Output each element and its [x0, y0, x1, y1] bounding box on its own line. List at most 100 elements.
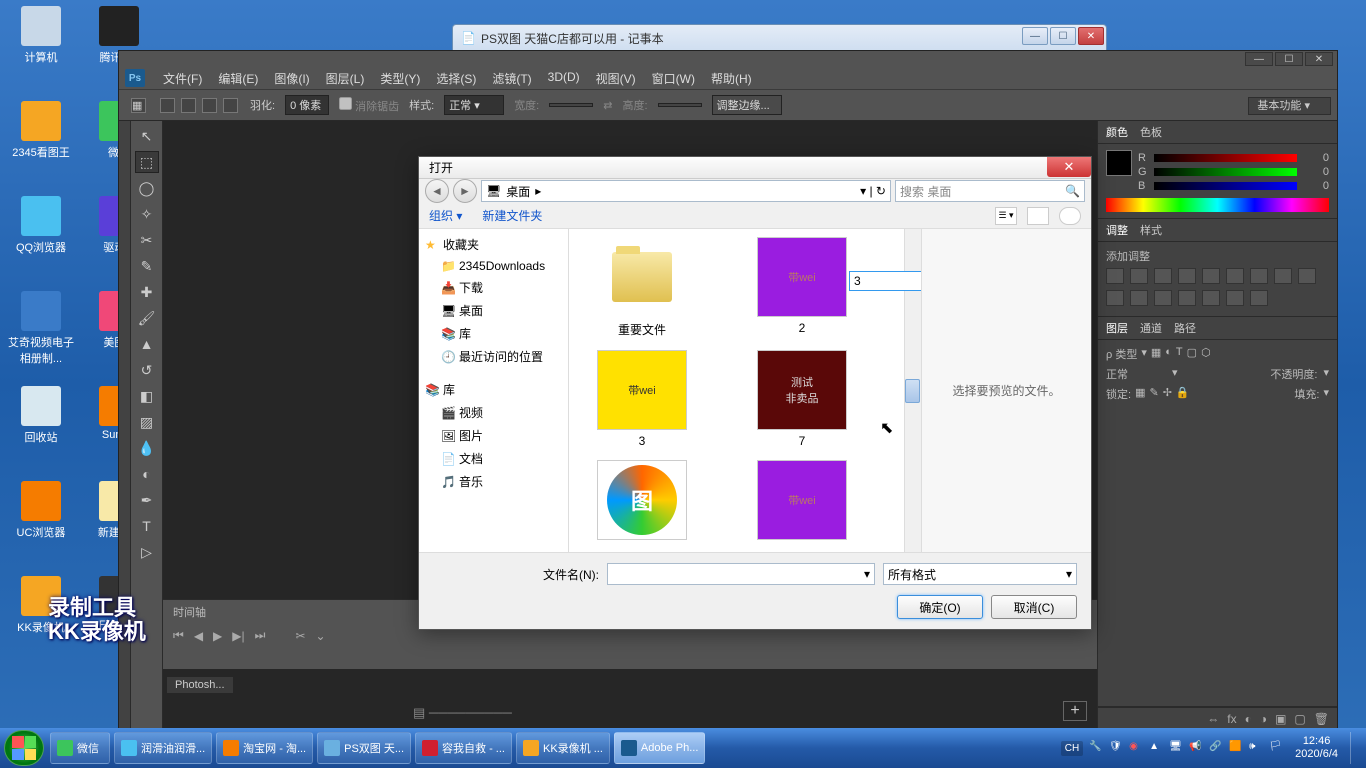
mask-icon[interactable]: ◐: [1245, 712, 1252, 726]
sidebar-item[interactable]: 📁2345Downloads: [423, 256, 564, 276]
adj-icon[interactable]: [1226, 290, 1244, 306]
ps-close-button[interactable]: ✕: [1305, 52, 1333, 66]
menu-item[interactable]: 类型(Y): [372, 68, 428, 89]
adj-icon[interactable]: [1178, 290, 1196, 306]
show-desktop-button[interactable]: [1350, 732, 1358, 764]
adj-icon[interactable]: [1130, 268, 1148, 284]
preview-pane-button[interactable]: [1027, 207, 1049, 225]
file-item[interactable]: 测试 非卖品7: [737, 350, 867, 448]
adj-icon[interactable]: [1178, 268, 1196, 284]
menu-item[interactable]: 图像(I): [266, 68, 317, 89]
desktop-icon[interactable]: 计算机: [6, 6, 76, 81]
notepad-window[interactable]: 📄PS双图 天猫C店都可以用 - 记事本 — ☐ ✕: [452, 24, 1107, 52]
rename-input[interactable]: [849, 271, 921, 291]
tab-adjust[interactable]: 调整: [1106, 222, 1128, 238]
brush-tool-icon[interactable]: 🖌: [135, 307, 159, 329]
tray-icon[interactable]: 🕪: [1249, 741, 1263, 755]
eraser-tool-icon[interactable]: ◧: [135, 385, 159, 407]
desktop-icon[interactable]: KK录像机: [6, 576, 76, 651]
path-select-icon[interactable]: ▷: [135, 541, 159, 563]
history-brush-icon[interactable]: ↺: [135, 359, 159, 381]
workspace-select[interactable]: 基本功能 ▾: [1248, 97, 1331, 115]
tl-play-icon[interactable]: ▶: [213, 629, 222, 643]
file-list[interactable]: 重要文件带wei2 带wei3 测试 非卖品7 图带wei: [569, 229, 921, 552]
fx-icon[interactable]: fx: [1227, 712, 1236, 726]
marquee-tool-icon[interactable]: ⬚: [135, 151, 159, 173]
fg-color-swatch[interactable]: [1106, 150, 1132, 176]
view-mode-button[interactable]: ☰ ▾: [995, 207, 1017, 225]
file-item[interactable]: 重要文件: [577, 237, 707, 338]
lasso-tool-icon[interactable]: ◯: [135, 177, 159, 199]
start-button[interactable]: [4, 730, 44, 766]
eyedropper-tool-icon[interactable]: ✎: [135, 255, 159, 277]
desktop-icon[interactable]: 艾奇视频电子相册制...: [6, 291, 76, 366]
nav-fwd-button[interactable]: ►: [453, 179, 477, 203]
tray-icon[interactable]: 🛡: [1109, 741, 1123, 755]
ok-button[interactable]: 确定(O): [897, 595, 983, 619]
menu-item[interactable]: 窗口(W): [644, 68, 703, 89]
sidebar-item[interactable]: 🖥桌面: [423, 299, 564, 322]
document-tab[interactable]: Photosh...: [167, 677, 233, 693]
taskbar-item[interactable]: Adobe Ph...: [614, 732, 706, 764]
dialog-close-button[interactable]: ✕: [1047, 157, 1091, 177]
refine-edge-button[interactable]: 调整边缘...: [712, 95, 782, 115]
ps-max-button[interactable]: ☐: [1275, 52, 1303, 66]
help-button[interactable]: ?: [1059, 207, 1081, 225]
search-input[interactable]: 搜索 桌面 🔍: [895, 180, 1085, 202]
type-tool-icon[interactable]: T: [135, 515, 159, 537]
wand-tool-icon[interactable]: ✧: [135, 203, 159, 225]
sidebar-item[interactable]: 🎬视频: [423, 401, 564, 424]
blur-tool-icon[interactable]: 💧: [135, 437, 159, 459]
tray-icon[interactable]: 📢: [1189, 741, 1203, 755]
menu-item[interactable]: 滤镜(T): [484, 68, 539, 89]
menu-item[interactable]: 选择(S): [428, 68, 484, 89]
feather-field[interactable]: 0 像素: [285, 95, 329, 115]
file-item[interactable]: 带wei2: [737, 237, 867, 338]
adj-icon[interactable]: [1274, 268, 1292, 284]
file-item[interactable]: 图: [577, 460, 707, 544]
trash-icon[interactable]: 🗑: [1314, 712, 1329, 726]
menu-item[interactable]: 3D(D): [540, 68, 588, 89]
file-item[interactable]: 带wei3: [577, 350, 707, 448]
sidebar-item[interactable]: 🖼图片: [423, 424, 564, 447]
clock[interactable]: 12:462020/6/4: [1289, 735, 1344, 761]
tab-swatches[interactable]: 色板: [1140, 124, 1162, 140]
sidebar-favorites[interactable]: ★收藏夹: [423, 233, 564, 256]
tab-styles[interactable]: 样式: [1140, 222, 1162, 238]
selmode-new-icon[interactable]: [160, 98, 175, 113]
tab-color[interactable]: 颜色: [1106, 124, 1128, 140]
adj-icon[interactable]: [1106, 290, 1124, 306]
menu-item[interactable]: 视图(V): [588, 68, 644, 89]
style-select[interactable]: 正常 ▾: [444, 95, 504, 115]
taskbar-item[interactable]: PS双图 天...: [317, 732, 411, 764]
file-item[interactable]: 带wei: [737, 460, 867, 544]
tab-layers[interactable]: 图层: [1106, 320, 1128, 336]
new-layer-icon[interactable]: ▢: [1294, 712, 1305, 726]
notepad-close-button[interactable]: ✕: [1078, 27, 1104, 45]
taskbar-item[interactable]: 容我自救 - ...: [415, 732, 512, 764]
gradient-tool-icon[interactable]: ▨: [135, 411, 159, 433]
tl-first-icon[interactable]: ⏮: [173, 628, 184, 643]
tab-paths[interactable]: 路径: [1174, 320, 1196, 336]
sidebar-item[interactable]: 📚库: [423, 322, 564, 345]
desktop-icon[interactable]: 回收站: [6, 386, 76, 461]
adj-icon[interactable]: [1202, 268, 1220, 284]
desktop-icon[interactable]: 2345看图王: [6, 101, 76, 176]
group-icon[interactable]: ▣: [1275, 712, 1286, 726]
tl-last-icon[interactable]: ⏭: [255, 628, 266, 643]
taskbar-item[interactable]: 淘宝网 - 淘...: [216, 732, 313, 764]
adj-icon[interactable]: [1154, 268, 1172, 284]
sidebar-libraries[interactable]: 📚库: [423, 378, 564, 401]
tray-icon[interactable]: ▲: [1149, 741, 1163, 755]
adj-icon[interactable]: [1250, 290, 1268, 306]
menu-item[interactable]: 帮助(H): [703, 68, 760, 89]
filename-input[interactable]: ▾: [607, 563, 875, 585]
desktop-icon[interactable]: UC浏览器: [6, 481, 76, 556]
fill-adj-icon[interactable]: ◑: [1260, 712, 1267, 726]
g-slider[interactable]: [1154, 168, 1297, 176]
adj-icon[interactable]: [1226, 268, 1244, 284]
tray-icon[interactable]: 🔧: [1089, 741, 1103, 755]
sidebar-item[interactable]: 🕘最近访问的位置: [423, 345, 564, 368]
add-icon[interactable]: +: [1063, 701, 1087, 721]
desktop-icon[interactable]: QQ浏览器: [6, 196, 76, 271]
